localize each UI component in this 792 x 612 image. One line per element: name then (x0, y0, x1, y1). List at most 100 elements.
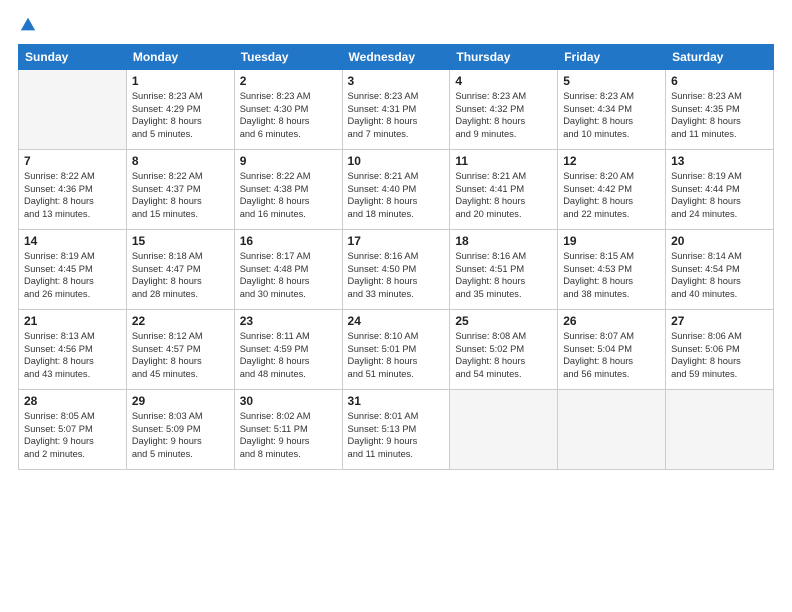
calendar-cell: 3Sunrise: 8:23 AMSunset: 4:31 PMDaylight… (342, 70, 450, 150)
cell-line: and 33 minutes. (348, 288, 445, 301)
calendar-cell: 25Sunrise: 8:08 AMSunset: 5:02 PMDayligh… (450, 310, 558, 390)
day-number: 31 (348, 394, 445, 408)
cell-line: Daylight: 9 hours (348, 435, 445, 448)
cell-line: Sunset: 4:44 PM (671, 183, 768, 196)
cell-line: Sunset: 4:47 PM (132, 263, 229, 276)
cell-line: Sunset: 5:13 PM (348, 423, 445, 436)
cell-line: Sunset: 4:54 PM (671, 263, 768, 276)
cell-line: and 43 minutes. (24, 368, 121, 381)
day-number: 21 (24, 314, 121, 328)
cell-line: Sunrise: 8:13 AM (24, 330, 121, 343)
day-number: 17 (348, 234, 445, 248)
day-number: 4 (455, 74, 552, 88)
day-number: 11 (455, 154, 552, 168)
cell-line: Sunset: 5:02 PM (455, 343, 552, 356)
calendar-cell: 9Sunrise: 8:22 AMSunset: 4:38 PMDaylight… (234, 150, 342, 230)
cell-line: Sunset: 4:51 PM (455, 263, 552, 276)
cell-line: and 35 minutes. (455, 288, 552, 301)
calendar-cell: 5Sunrise: 8:23 AMSunset: 4:34 PMDaylight… (558, 70, 666, 150)
cell-line: and 20 minutes. (455, 208, 552, 221)
logo-icon (19, 16, 37, 34)
week-row-0: 1Sunrise: 8:23 AMSunset: 4:29 PMDaylight… (19, 70, 774, 150)
day-number: 25 (455, 314, 552, 328)
cell-line: Daylight: 8 hours (240, 355, 337, 368)
cell-line: Sunset: 4:48 PM (240, 263, 337, 276)
cell-line: Daylight: 8 hours (132, 115, 229, 128)
cell-line: Daylight: 8 hours (24, 355, 121, 368)
day-number: 18 (455, 234, 552, 248)
calendar-cell: 16Sunrise: 8:17 AMSunset: 4:48 PMDayligh… (234, 230, 342, 310)
cell-line: Daylight: 8 hours (240, 195, 337, 208)
day-number: 24 (348, 314, 445, 328)
cell-line: Daylight: 9 hours (24, 435, 121, 448)
cell-line: Sunrise: 8:15 AM (563, 250, 660, 263)
calendar-cell: 10Sunrise: 8:21 AMSunset: 4:40 PMDayligh… (342, 150, 450, 230)
day-number: 19 (563, 234, 660, 248)
calendar-cell: 31Sunrise: 8:01 AMSunset: 5:13 PMDayligh… (342, 390, 450, 470)
day-number: 5 (563, 74, 660, 88)
cell-line: Sunrise: 8:23 AM (671, 90, 768, 103)
cell-line: Daylight: 8 hours (348, 275, 445, 288)
day-number: 12 (563, 154, 660, 168)
calendar-cell: 4Sunrise: 8:23 AMSunset: 4:32 PMDaylight… (450, 70, 558, 150)
cell-line: Sunrise: 8:22 AM (240, 170, 337, 183)
cell-line: Sunrise: 8:23 AM (240, 90, 337, 103)
day-number: 8 (132, 154, 229, 168)
cell-line: Daylight: 8 hours (24, 195, 121, 208)
cell-line: Sunrise: 8:11 AM (240, 330, 337, 343)
cell-line: Sunset: 4:56 PM (24, 343, 121, 356)
cell-line: Sunset: 4:30 PM (240, 103, 337, 116)
cell-line: Sunset: 5:06 PM (671, 343, 768, 356)
header-day-saturday: Saturday (666, 45, 774, 70)
cell-line: Sunrise: 8:06 AM (671, 330, 768, 343)
calendar-cell: 20Sunrise: 8:14 AMSunset: 4:54 PMDayligh… (666, 230, 774, 310)
cell-line: Sunset: 4:36 PM (24, 183, 121, 196)
cell-line: and 5 minutes. (132, 448, 229, 461)
calendar-cell (666, 390, 774, 470)
header-row: SundayMondayTuesdayWednesdayThursdayFrid… (19, 45, 774, 70)
cell-line: Sunset: 4:37 PM (132, 183, 229, 196)
calendar-cell (19, 70, 127, 150)
calendar-cell: 12Sunrise: 8:20 AMSunset: 4:42 PMDayligh… (558, 150, 666, 230)
page: SundayMondayTuesdayWednesdayThursdayFrid… (0, 0, 792, 612)
cell-line: Sunrise: 8:20 AM (563, 170, 660, 183)
cell-line: Sunset: 4:41 PM (455, 183, 552, 196)
cell-line: Sunset: 4:40 PM (348, 183, 445, 196)
cell-line: Daylight: 8 hours (455, 195, 552, 208)
cell-line: Sunrise: 8:19 AM (671, 170, 768, 183)
day-number: 16 (240, 234, 337, 248)
cell-line: Sunset: 4:35 PM (671, 103, 768, 116)
calendar-cell: 21 Sunrise: 8:13 AMSunset: 4:56 PMDayligh… (19, 310, 127, 390)
header-day-thursday: Thursday (450, 45, 558, 70)
calendar-cell: 2Sunrise: 8:23 AMSunset: 4:30 PMDaylight… (234, 70, 342, 150)
week-row-3: 21Sunrise: 8:13 AMSunset: 4:56 PMDayligh… (19, 310, 774, 390)
cell-line: Sunset: 5:07 PM (24, 423, 121, 436)
cell-line: Sunrise: 8:08 AM (455, 330, 552, 343)
cell-line: and 6 minutes. (240, 128, 337, 141)
cell-line: and 48 minutes. (240, 368, 337, 381)
cell-line: Daylight: 8 hours (563, 275, 660, 288)
cell-line: Sunrise: 8:03 AM (132, 410, 229, 423)
calendar-cell: 17Sunrise: 8:16 AMSunset: 4:50 PMDayligh… (342, 230, 450, 310)
cell-line: Sunrise: 8:12 AM (132, 330, 229, 343)
cell-line: Sunset: 5:04 PM (563, 343, 660, 356)
day-number: 7 (24, 154, 121, 168)
cell-line: Daylight: 8 hours (455, 115, 552, 128)
cell-line: Sunset: 4:34 PM (563, 103, 660, 116)
cell-line: Daylight: 8 hours (348, 115, 445, 128)
calendar-cell: 28Sunrise: 8:05 AMSunset: 5:07 PMDayligh… (19, 390, 127, 470)
day-number: 3 (348, 74, 445, 88)
cell-line: Sunset: 5:11 PM (240, 423, 337, 436)
day-number: 26 (563, 314, 660, 328)
cell-line: Sunrise: 8:05 AM (24, 410, 121, 423)
day-number: 9 (240, 154, 337, 168)
calendar-cell: 13Sunrise: 8:19 AMSunset: 4:44 PMDayligh… (666, 150, 774, 230)
cell-line: Daylight: 8 hours (563, 115, 660, 128)
calendar-cell (450, 390, 558, 470)
calendar-cell: 7Sunrise: 8:22 AMSunset: 4:36 PMDaylight… (19, 150, 127, 230)
calendar-cell: 22Sunrise: 8:12 AMSunset: 4:57 PMDayligh… (126, 310, 234, 390)
header-day-wednesday: Wednesday (342, 45, 450, 70)
cell-line: Sunset: 4:31 PM (348, 103, 445, 116)
day-number: 15 (132, 234, 229, 248)
cell-line: and 10 minutes. (563, 128, 660, 141)
